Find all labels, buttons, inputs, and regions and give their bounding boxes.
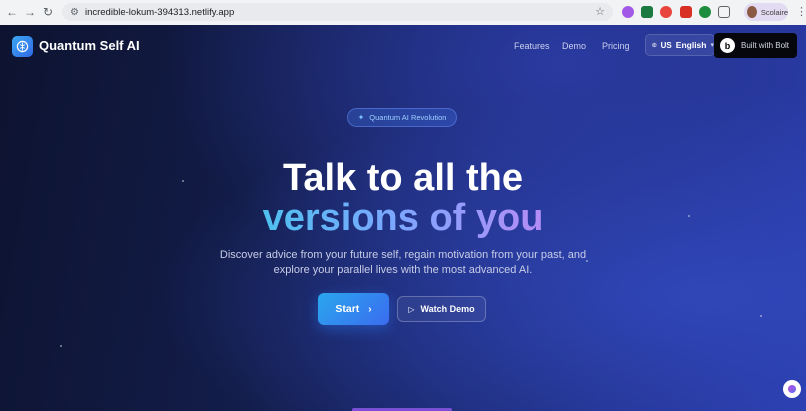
site-settings-icon[interactable]: ⚙ <box>70 7 79 18</box>
extension-icon[interactable] <box>680 6 692 18</box>
address-bar[interactable]: ⚙ incredible-lokum-394313.netlify.app ☆ <box>62 3 613 21</box>
language-name: English <box>675 40 707 50</box>
more-menu-icon[interactable]: ⋮ <box>796 5 806 18</box>
background-star <box>60 345 62 347</box>
hero-title-gradient-text: versions of you <box>262 197 544 239</box>
watch-demo-button[interactable]: ▷ Watch Demo <box>397 296 486 322</box>
forward-icon[interactable]: → <box>20 2 40 22</box>
hero-subtitle-line1: Discover advice from your future self, r… <box>219 249 587 261</box>
back-icon[interactable]: ← <box>2 2 22 22</box>
avatar <box>747 6 757 18</box>
sparkle-icon: ✦ <box>357 113 365 122</box>
reload-icon[interactable]: ↻ <box>38 2 58 22</box>
puzzle-extensions-icon[interactable] <box>718 6 730 18</box>
language-selector[interactable]: US English ▾ <box>645 34 715 56</box>
extension-icon[interactable] <box>699 6 711 18</box>
hero-subtitle-line2: explore your parallel lives with the mos… <box>273 264 533 276</box>
hero-title-line2: versions of you <box>0 198 806 238</box>
bookmark-star-icon[interactable]: ☆ <box>595 5 605 18</box>
built-with-bolt-badge[interactable]: b Built with Bolt <box>714 33 797 58</box>
brand-name[interactable]: Quantum Self AI <box>39 38 140 53</box>
chat-icon <box>788 385 796 393</box>
extension-icon[interactable] <box>660 6 672 18</box>
landing-page: Quantum Self AI Features Demo Pricing US… <box>0 25 806 411</box>
browser-toolbar: ← → ↻ ⚙ incredible-lokum-394313.netlify.… <box>0 0 806 25</box>
hero-badge-label: Quantum AI Revolution <box>369 113 447 122</box>
floating-chat-button[interactable] <box>783 380 801 398</box>
bolt-logo-icon: b <box>720 38 735 53</box>
url-text[interactable]: incredible-lokum-394313.netlify.app <box>85 7 234 18</box>
profile-name: Scolaire <box>760 7 788 17</box>
extension-icon[interactable] <box>622 6 634 18</box>
background-star <box>760 315 762 317</box>
extension-icon[interactable] <box>641 6 653 18</box>
chevron-right-icon: › <box>368 303 372 315</box>
brain-icon[interactable] <box>12 36 33 57</box>
play-icon: ▷ <box>408 304 415 314</box>
nav-link-features[interactable]: Features <box>514 41 550 51</box>
start-button[interactable]: Start › <box>318 293 389 325</box>
language-code: US <box>660 40 672 50</box>
hero-title-line1: Talk to all the <box>282 157 523 199</box>
start-button-label: Start <box>335 303 360 315</box>
bolt-badge-label: Built with Bolt <box>741 41 790 50</box>
watch-demo-label: Watch Demo <box>420 304 475 314</box>
nav-link-pricing[interactable]: Pricing <box>602 41 630 51</box>
profile-chip[interactable]: Scolaire <box>744 3 788 21</box>
hero-badge: ✦ Quantum AI Revolution <box>347 108 457 127</box>
globe-icon <box>652 42 657 48</box>
nav-link-demo[interactable]: Demo <box>562 41 586 51</box>
